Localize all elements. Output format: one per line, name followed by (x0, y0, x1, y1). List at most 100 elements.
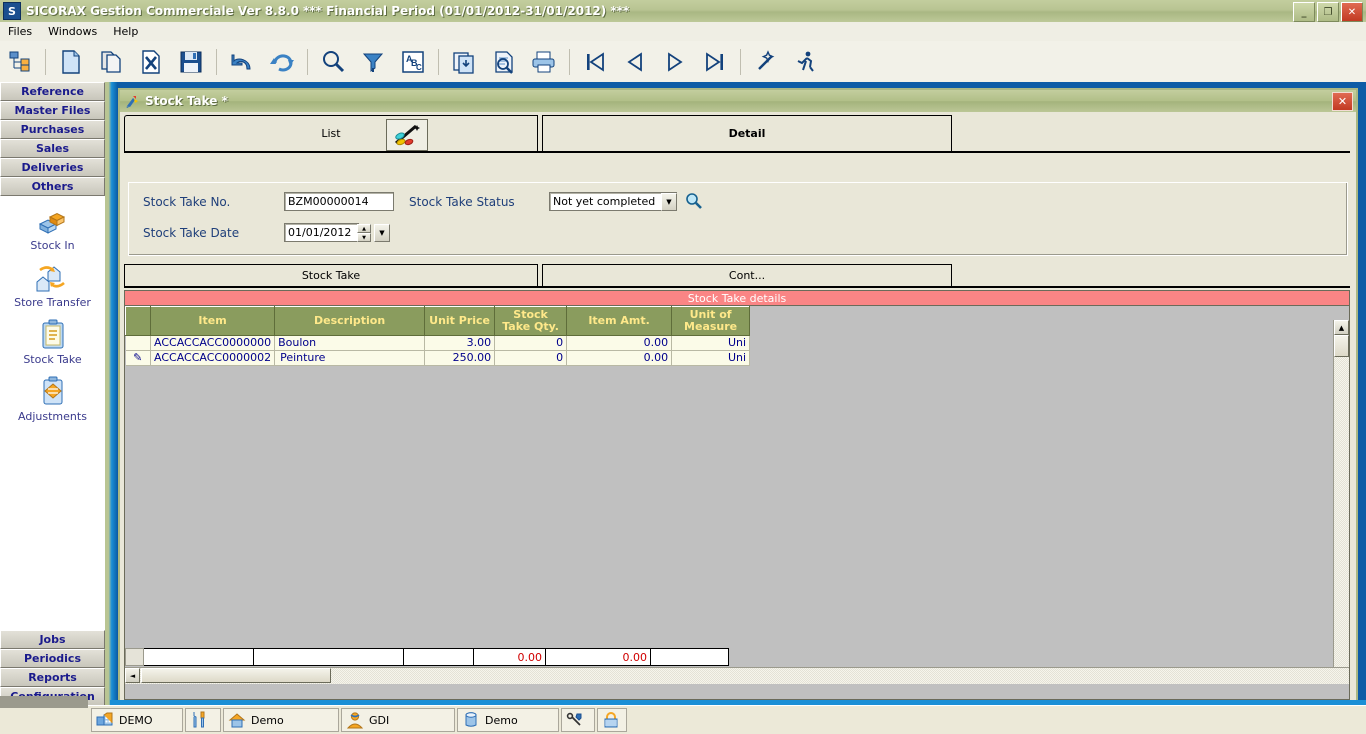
import-icon[interactable] (446, 44, 482, 80)
main-titlebar: S SICORAX Gestion Commerciale Ver 8.8.0 … (0, 0, 1366, 23)
totals-qty: 0.00 (474, 649, 546, 666)
start-button-stub[interactable] (0, 696, 88, 708)
date-dropdown-arrow[interactable]: ▼ (374, 224, 390, 242)
grid-vertical-scrollbar[interactable]: ▲ ▼ (1333, 320, 1349, 684)
copy-document-icon[interactable] (93, 44, 129, 80)
menu-files[interactable]: Files (0, 23, 40, 40)
tab-list[interactable]: List (124, 115, 538, 151)
search-icon[interactable] (315, 44, 351, 80)
sidebar-band-others[interactable]: Others (0, 177, 105, 196)
previous-record-icon[interactable] (617, 44, 653, 80)
maximize-button[interactable]: ❐ (1317, 2, 1339, 22)
taskbar-item-demo-db[interactable]: Demo (457, 708, 559, 732)
grid-header-unit-price[interactable]: Unit Price (425, 307, 495, 336)
menu-help[interactable]: Help (105, 23, 146, 40)
refresh-icon[interactable] (264, 44, 300, 80)
sidebar-item-adjustments[interactable]: Adjustments (0, 375, 105, 423)
cell-item[interactable]: ACCACCACC0000000 (151, 336, 275, 351)
grid-header-qty[interactable]: Stock Take Qty. (495, 307, 567, 336)
secondary-tabstrip: Stock Take Cont... (124, 264, 1350, 288)
tab-stock-take[interactable]: Stock Take (124, 264, 538, 286)
grid-header-item[interactable]: Item (151, 307, 275, 336)
sidebar-band-reference[interactable]: Reference (0, 82, 105, 101)
sidebar-band-jobs[interactable]: Jobs (0, 630, 105, 649)
print-icon[interactable] (526, 44, 562, 80)
primary-tabstrip: List Detail (124, 115, 1350, 153)
totals-uom (651, 649, 729, 666)
cell-unit-price[interactable]: 3.00 (425, 336, 495, 351)
tab-cont[interactable]: Cont... (542, 264, 952, 286)
grid-header-uom[interactable]: Unit of Measure (672, 307, 750, 336)
grid-header-description[interactable]: Description (275, 307, 425, 336)
status-dropdown-arrow[interactable]: ▼ (661, 193, 677, 211)
date-spin-up[interactable]: ▲ (357, 224, 371, 233)
sidebar-band-purchases[interactable]: Purchases (0, 120, 105, 139)
row-marker-edit[interactable]: ✎ (126, 351, 151, 366)
tab-detail[interactable]: Detail (542, 115, 952, 151)
cell-description[interactable]: Peinture (275, 351, 425, 366)
sidebar-item-store-transfer[interactable]: Store Transfer (0, 261, 105, 309)
preview-icon[interactable] (486, 44, 522, 80)
sidebar-band-sales[interactable]: Sales (0, 139, 105, 158)
cell-unit-price[interactable]: 250.00 (425, 351, 495, 366)
tools-icon (190, 711, 208, 729)
tab-list-label: List (321, 127, 340, 140)
status-lookup-icon[interactable] (685, 192, 703, 213)
minimize-button[interactable]: _ (1293, 2, 1315, 22)
table-row[interactable]: ACCACCACC0000000 Boulon 3.00 0 0.00 Uni (126, 336, 750, 351)
undo-icon[interactable] (224, 44, 260, 80)
cell-description[interactable]: Boulon (275, 336, 425, 351)
run-icon[interactable] (788, 44, 824, 80)
stock-take-no-input[interactable]: BZM00000014 (284, 192, 394, 211)
stock-take-titlebar: Stock Take * ✕ (120, 90, 1356, 112)
close-button[interactable]: ✕ (1341, 2, 1363, 22)
cell-qty[interactable]: 0 (495, 336, 567, 351)
cell-item[interactable]: ACCACCACC0000002 (151, 351, 275, 366)
user-icon (346, 711, 364, 729)
first-record-icon[interactable] (577, 44, 613, 80)
table-row[interactable]: ✎ ACCACCACC0000002 Peinture 250.00 0 0.0… (126, 351, 750, 366)
sidebar-band-deliveries[interactable]: Deliveries (0, 158, 105, 177)
cell-item-amt[interactable]: 0.00 (567, 336, 672, 351)
taskbar-item-lock[interactable] (597, 708, 627, 732)
grid-header-item-amt[interactable]: Item Amt. (567, 307, 672, 336)
taskbar-item-tools[interactable] (185, 708, 221, 732)
magic-wand-icon[interactable] (386, 119, 428, 151)
taskbar-item-demo-home[interactable]: Demo (223, 708, 339, 732)
date-spin-down[interactable]: ▼ (357, 233, 371, 242)
delete-document-icon[interactable] (133, 44, 169, 80)
scroll-left-button[interactable]: ◄ (125, 668, 140, 683)
grid-horizontal-scrollbar[interactable]: ◄ (125, 667, 1349, 684)
stock-take-status-select[interactable]: Not yet completed (549, 192, 677, 211)
stock-take-close-button[interactable]: ✕ (1332, 92, 1353, 111)
next-record-icon[interactable] (657, 44, 693, 80)
sidebar-item-stock-in[interactable]: Stock In (0, 204, 105, 252)
row-marker[interactable] (126, 336, 151, 351)
taskbar-item-gdi[interactable]: GDI (341, 708, 455, 732)
sort-abc-icon[interactable]: A B C (395, 44, 431, 80)
taskbar-item-admin[interactable] (561, 708, 595, 732)
sidebar-item-stock-take[interactable]: Stock Take (0, 318, 105, 366)
sidebar-band-reports[interactable]: Reports (0, 668, 105, 687)
cell-qty[interactable]: 0 (495, 351, 567, 366)
horizontal-scroll-thumb[interactable] (141, 668, 331, 683)
stock-take-date-input[interactable]: 01/01/2012 (284, 223, 359, 242)
new-document-icon[interactable] (53, 44, 89, 80)
cell-item-amt[interactable]: 0.00 (567, 351, 672, 366)
taskbar-item-demo-cluster[interactable]: DEMO (91, 708, 183, 732)
stock-take-no-label: Stock Take No. (143, 195, 230, 209)
sidebar-band-master-files[interactable]: Master Files (0, 101, 105, 120)
cell-uom[interactable]: Uni (672, 351, 750, 366)
last-record-icon[interactable] (697, 44, 733, 80)
filter-icon[interactable] (355, 44, 391, 80)
cell-uom[interactable]: Uni (672, 336, 750, 351)
tree-view-icon[interactable] (2, 44, 38, 80)
toolbar-separator (569, 49, 570, 75)
wizard-icon[interactable] (748, 44, 784, 80)
save-icon[interactable] (173, 44, 209, 80)
date-spinner[interactable]: ▲ ▼ (357, 224, 371, 242)
vertical-scroll-thumb[interactable] (1334, 335, 1349, 357)
scroll-up-button[interactable]: ▲ (1334, 320, 1349, 335)
sidebar-band-periodics[interactable]: Periodics (0, 649, 105, 668)
menu-windows[interactable]: Windows (40, 23, 105, 40)
